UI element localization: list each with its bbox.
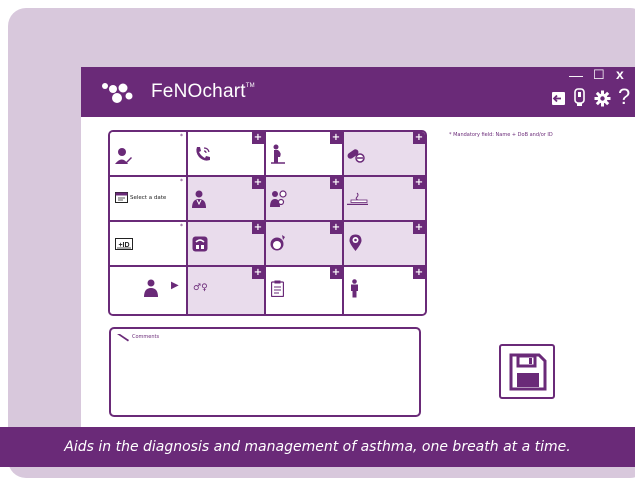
add-button[interactable]: +	[413, 222, 425, 234]
location-field[interactable]: +	[344, 222, 425, 267]
fenochart-logo-icon	[102, 83, 133, 103]
required-marker: *	[180, 133, 183, 140]
comments-label: Comments	[132, 334, 160, 340]
title-bar: FeNOchartTM — ☐ x ?	[81, 67, 635, 117]
family-field[interactable]: +	[266, 177, 344, 222]
save-floppy-icon	[509, 353, 547, 391]
pregnancy-field[interactable]: +	[266, 132, 344, 177]
pen-icon	[117, 334, 129, 342]
doctor-field[interactable]: +	[188, 177, 266, 222]
tagline: Aids in the diagnosis and management of …	[64, 439, 571, 455]
add-button[interactable]: +	[330, 177, 342, 189]
settings-gear-icon[interactable]	[594, 90, 611, 107]
maximize-button[interactable]: ☐	[593, 67, 605, 83]
id-card-icon: +ID	[115, 238, 133, 250]
add-button[interactable]: +	[252, 132, 264, 144]
smoking-field[interactable]: +	[344, 177, 425, 222]
close-button[interactable]: x	[616, 67, 624, 82]
medication-field[interactable]: +	[344, 132, 425, 177]
mandatory-field-note: * Mandatory field: Name + DoB and/or ID	[449, 132, 553, 138]
add-button[interactable]: +	[330, 222, 342, 234]
help-question-icon[interactable]: ?	[618, 84, 630, 110]
pregnancy-icon	[271, 144, 285, 164]
comments-textarea[interactable]: Comments	[109, 327, 421, 417]
date-placeholder: Select a date	[130, 195, 167, 201]
clipboard-icon	[271, 280, 284, 297]
patient-edit-icon	[115, 148, 132, 164]
weight-scale-icon	[192, 236, 208, 252]
name-field[interactable]: *	[110, 132, 188, 177]
clipboard-field[interactable]: +	[266, 267, 344, 314]
logout-icon[interactable]	[551, 91, 566, 106]
add-button[interactable]: +	[252, 222, 264, 234]
add-button[interactable]: +	[252, 177, 264, 189]
weight-field[interactable]: +	[188, 222, 266, 267]
calendar-icon	[115, 192, 128, 203]
app-brand: FeNOchartTM	[151, 81, 255, 102]
save-button[interactable]	[499, 344, 555, 399]
id-field[interactable]: * +ID	[110, 222, 188, 267]
sneezing-face-icon	[270, 235, 285, 251]
worker-standing-icon	[351, 279, 358, 298]
allergy-field[interactable]: +	[266, 222, 344, 267]
gender-icon: ♂♀	[193, 283, 208, 293]
family-group-icon	[270, 190, 287, 207]
patient-field[interactable]: ▶	[110, 267, 188, 314]
occupation-field[interactable]: +	[344, 267, 425, 314]
phone-icon	[196, 147, 210, 161]
footer-banner: Aids in the diagnosis and management of …	[0, 427, 635, 467]
cigarette-icon	[347, 192, 368, 205]
expand-arrow-icon[interactable]: ▶	[171, 280, 179, 291]
required-marker: *	[180, 178, 183, 185]
add-button[interactable]: +	[330, 132, 342, 144]
patient-fields-grid: * + + + * Select a date + + + * +ID + + …	[108, 130, 427, 316]
gender-field[interactable]: + ♂♀	[188, 267, 266, 314]
date-of-birth-field[interactable]: * Select a date	[110, 177, 188, 222]
location-pin-icon	[349, 234, 362, 251]
add-button[interactable]: +	[413, 132, 425, 144]
medication-pills-icon	[347, 149, 365, 163]
device-icon[interactable]	[574, 88, 585, 107]
add-button[interactable]: +	[252, 267, 264, 279]
add-button[interactable]: +	[413, 177, 425, 189]
add-button[interactable]: +	[413, 267, 425, 279]
required-marker: *	[180, 223, 183, 230]
doctor-icon	[192, 190, 206, 208]
add-button[interactable]: +	[330, 267, 342, 279]
minimize-button[interactable]: —	[569, 67, 583, 83]
app-window: FeNOchartTM — ☐ x ? * + + + * Select a d…	[81, 67, 635, 467]
phone-field[interactable]: +	[188, 132, 266, 177]
patient-profile-icon	[144, 279, 158, 297]
